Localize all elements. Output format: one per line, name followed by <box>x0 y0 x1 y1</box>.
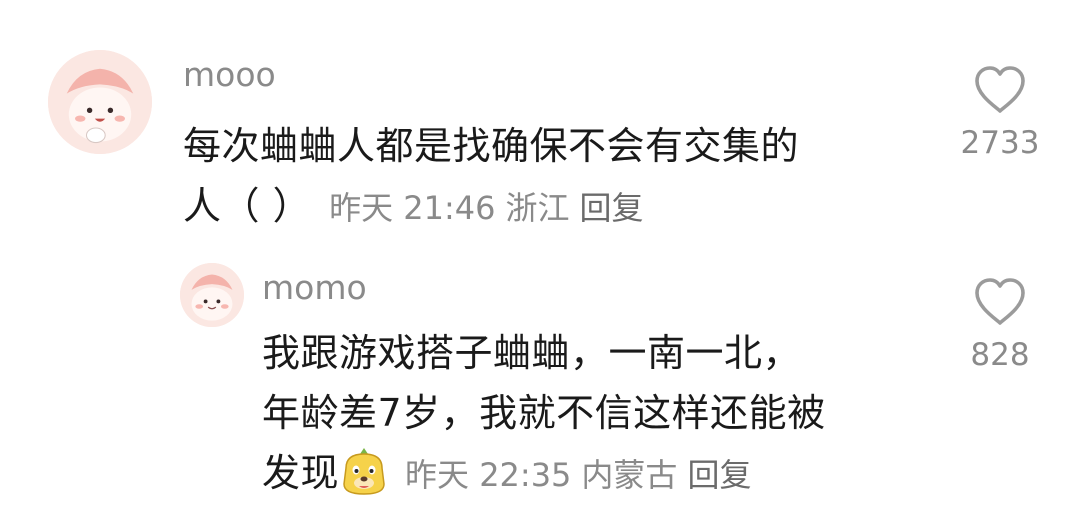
reply-username[interactable]: momo <box>262 268 367 308</box>
comment-meta: 昨天 21:46 浙江 回复 <box>329 189 653 227</box>
avatar[interactable] <box>48 50 152 154</box>
heart-outline-icon[interactable] <box>972 64 1028 116</box>
comment-text-tail: 发现 <box>262 451 340 495</box>
comment-text-line: 人（ ） 昨天 21:46 浙江 回复 <box>183 176 799 238</box>
like-button[interactable]: 828 <box>945 276 1055 374</box>
comment-time: 昨天 22:35 <box>405 456 572 494</box>
comment-text-line: 年龄差7岁，我就不信这样还能被 <box>262 391 826 435</box>
comment-location: 内蒙古 <box>581 456 678 494</box>
like-count: 2733 <box>960 125 1040 161</box>
comment-text-line: 发现 昨天 22:35 内蒙古 回复 <box>262 443 826 505</box>
like-count: 828 <box>970 337 1030 373</box>
comment-text-line: 每次蛐蛐人都是找确保不会有交集的 <box>183 124 800 168</box>
comment-location: 浙江 <box>505 189 570 227</box>
like-button[interactable]: 2733 <box>945 64 1055 162</box>
comment-time: 昨天 21:46 <box>329 189 496 227</box>
comment-text-line: 我跟游戏搭子蛐蛐，一南一北， <box>262 331 802 375</box>
comment-meta: 昨天 22:35 内蒙古 回复 <box>405 456 761 494</box>
dog-face-sticker-icon <box>343 448 385 495</box>
avatar[interactable] <box>180 263 244 327</box>
comment-text-tail: 人（ ） <box>183 184 312 228</box>
reply-button[interactable]: 回复 <box>687 456 751 494</box>
heart-outline-icon[interactable] <box>972 276 1028 328</box>
comment-body: 每次蛐蛐人都是找确保不会有交集的 人（ ） 昨天 21:46 浙江 回复 <box>183 116 799 238</box>
reply-body: 我跟游戏搭子蛐蛐，一南一北， 年龄差7岁，我就不信这样还能被 发现 昨天 22:… <box>262 323 826 505</box>
reply-button[interactable]: 回复 <box>580 189 644 227</box>
comment-username[interactable]: mooo <box>183 55 276 95</box>
